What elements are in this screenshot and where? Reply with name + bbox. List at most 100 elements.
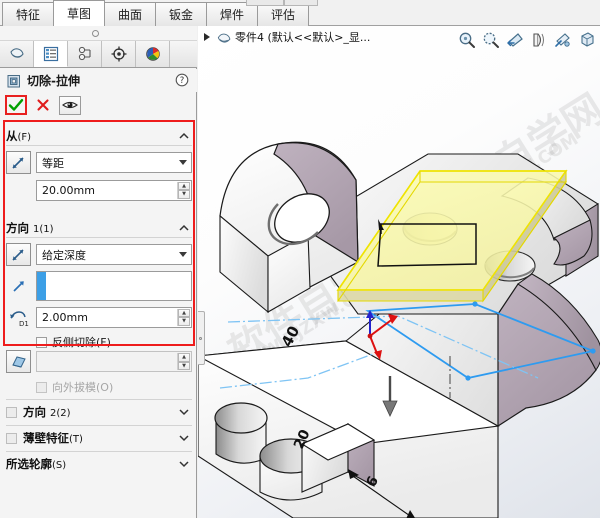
- ribbon-tab-label: 评估: [270, 8, 295, 22]
- cancel-button[interactable]: [35, 96, 51, 114]
- preview-side-face: [337, 289, 484, 302]
- direction1-depth-value: 2.00mm: [42, 310, 88, 324]
- display-manager-tab[interactable]: [136, 41, 170, 67]
- property-manager-header: 切除-拉伸 ?: [0, 69, 197, 92]
- chevron-down-icon[interactable]: [178, 458, 190, 470]
- eye-icon: [62, 101, 78, 109]
- help-icon[interactable]: ?: [175, 73, 189, 87]
- from-group-title: 从(F): [6, 128, 32, 143]
- thin-feature-group: 薄壁特征(T): [6, 428, 192, 448]
- cut-extrude-icon: [6, 73, 22, 89]
- thin-feature-group-header[interactable]: 薄壁特征(T): [6, 428, 192, 448]
- direction1-depth-input[interactable]: 2.00mm ▲ ▼: [36, 306, 192, 328]
- cad-model: 40 20 6: [198, 141, 600, 518]
- front-left-hole-top: [214, 402, 268, 434]
- from-group-header[interactable]: 从(F): [6, 126, 192, 146]
- reverse-direction-icon[interactable]: [6, 243, 31, 266]
- direction-reference-icon: [6, 275, 31, 297]
- direction1-endcondition-row: 给定深度: [6, 243, 192, 266]
- flip-side-cut-checkbox[interactable]: [36, 336, 47, 348]
- preview-toggle-button[interactable]: [59, 95, 81, 115]
- view-orientation-icon[interactable]: [552, 29, 574, 51]
- svg-text:D1: D1: [19, 320, 29, 327]
- stepper-up-icon: ▲: [178, 353, 190, 362]
- chevron-down-icon[interactable]: [178, 406, 190, 418]
- selected-contours-group-header[interactable]: 所选轮廓(S): [6, 454, 192, 474]
- from-offset-input[interactable]: 20.00mm ▲ ▼: [36, 179, 192, 201]
- draft-on-off-icon[interactable]: [6, 350, 31, 373]
- direction1-depth-stepper[interactable]: ▲ ▼: [177, 308, 190, 326]
- ribbon-tab-sketch[interactable]: 草图: [53, 0, 105, 26]
- direction1-group-title: 方向 1(1): [6, 220, 54, 235]
- direction2-group-title: 方向 2(2): [23, 405, 71, 419]
- display-style-icon[interactable]: [576, 29, 598, 51]
- from-condition-select[interactable]: 等距: [36, 152, 192, 173]
- close-icon: [37, 99, 49, 111]
- divider: [6, 451, 192, 452]
- from-offset-stepper[interactable]: ▲ ▼: [177, 181, 190, 199]
- ribbon-tab-label: 钣金: [168, 8, 193, 22]
- direction2-group: 方向 2(2): [6, 402, 192, 422]
- chevron-up-icon[interactable]: [178, 222, 190, 234]
- ribbon-tab-stub-right: [284, 0, 318, 6]
- direction1-group-header[interactable]: 方向 1(1): [6, 218, 192, 238]
- panel-splitter-handle[interactable]: [198, 311, 205, 365]
- zoom-to-area-icon[interactable]: [480, 29, 502, 51]
- chevron-up-icon[interactable]: [178, 130, 190, 142]
- ribbon-tab-label: 特征: [15, 8, 40, 22]
- from-offset-row: 20.00mm ▲ ▼: [6, 179, 192, 201]
- confirm-ok-button[interactable]: [5, 95, 27, 115]
- configuration-manager-tab[interactable]: [68, 41, 102, 67]
- thin-feature-enable-checkbox[interactable]: [6, 432, 17, 444]
- svg-text:?: ?: [180, 76, 185, 86]
- direction1-depth-row: D1 2.00mm ▲ ▼: [6, 306, 192, 328]
- ribbon-tab-features[interactable]: 特征: [2, 2, 54, 26]
- stepper-up-icon[interactable]: ▲: [178, 308, 190, 317]
- stepper-down-icon: ▼: [178, 361, 190, 370]
- dimxpert-manager-tab[interactable]: [102, 41, 136, 67]
- direction2-group-header[interactable]: 方向 2(2): [6, 402, 192, 422]
- view-toolbar: [456, 27, 598, 52]
- from-sketch-plane-icon[interactable]: [6, 151, 31, 174]
- origin-point: [367, 333, 373, 339]
- ribbon-tab-label: 曲面: [117, 8, 142, 22]
- graphics-viewport[interactable]: 零件4 (默认<<默认>_显... 软件自学网 WWW.RJZXW.COM 软件…: [198, 26, 600, 518]
- ribbon-tab-sheetmetal[interactable]: 钣金: [155, 2, 207, 26]
- draft-outward-row: 向外拔模(O): [6, 379, 192, 395]
- draft-angle-input: ▲ ▼: [36, 351, 192, 372]
- draft-group: ▲ ▼ 向外拔模(O): [6, 348, 192, 395]
- draft-outward-checkbox: [36, 381, 47, 393]
- direction1-selection-row: [6, 271, 192, 301]
- stepper-up-icon[interactable]: ▲: [178, 181, 190, 190]
- configuration-icon: [78, 46, 91, 61]
- direction1-endcondition-value: 给定深度: [42, 248, 86, 262]
- ribbon-tab-label: 焊件: [219, 8, 244, 22]
- direction1-selection-input[interactable]: [36, 271, 192, 301]
- previous-view-icon[interactable]: [504, 29, 526, 51]
- chevron-down-icon[interactable]: [178, 432, 190, 444]
- sketch-point: [472, 301, 478, 307]
- chevron-down-icon: [179, 252, 187, 257]
- ribbon-tab-label: 草图: [66, 7, 91, 21]
- property-manager-tab[interactable]: [34, 41, 68, 67]
- page-title: 切除-拉伸: [27, 74, 80, 88]
- feature-manager-tab[interactable]: [0, 41, 34, 67]
- manager-tab-bar: [0, 41, 197, 68]
- feature-tree-icon: [9, 48, 24, 58]
- selection-active-stripe: [37, 272, 46, 300]
- appearances-icon: [145, 47, 160, 61]
- stepper-down-icon[interactable]: ▼: [178, 317, 190, 326]
- solidworks-window: 特征 草图 曲面 钣金 焊件 评估 切除-拉伸 ? 从(F) 等距 20.00m…: [0, 0, 600, 518]
- sketch-point: [590, 348, 596, 354]
- ribbon-tab-surfaces[interactable]: 曲面: [104, 2, 156, 26]
- direction2-enable-checkbox[interactable]: [6, 406, 17, 418]
- stepper-down-icon[interactable]: ▼: [178, 190, 190, 199]
- direction1-group: 方向 1(1) 给定深度 D1 2.00mm ▲ ▼ 反侧切除(F): [6, 218, 192, 350]
- direction1-endcondition-select[interactable]: 给定深度: [36, 244, 192, 265]
- section-view-icon[interactable]: [528, 29, 550, 51]
- zoom-to-fit-icon[interactable]: [456, 29, 478, 51]
- draft-angle-stepper: ▲ ▼: [177, 353, 190, 370]
- panel-pin-icon[interactable]: [92, 30, 99, 37]
- draft-outward-label: 向外拔模(O): [52, 381, 114, 394]
- divider: [6, 425, 192, 426]
